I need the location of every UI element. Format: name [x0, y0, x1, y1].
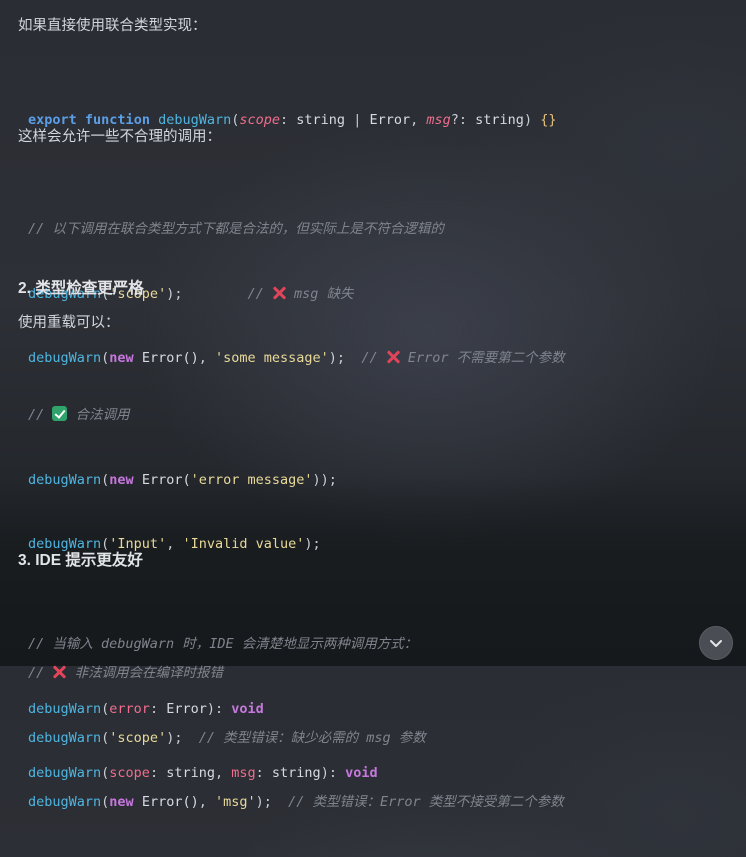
- braces: {}: [540, 112, 557, 128]
- type-string: string: [271, 765, 321, 781]
- code-comment: // 当输入 debugWarn 时，IDE 会清楚地显示两种调用方式：: [28, 636, 418, 652]
- comment-prefix: //: [247, 285, 272, 302]
- code-block-union: export function debugWarn(scope: string …: [28, 67, 556, 175]
- string-arg: 'Invalid value': [182, 536, 305, 552]
- keyword-new: new: [109, 471, 134, 488]
- type-string: string: [475, 112, 524, 128]
- function-name: debugWarn: [28, 700, 102, 717]
- function-name: debugWarn: [28, 765, 102, 781]
- code-line: debugWarn(scope: string, msg: string): v…: [28, 763, 417, 785]
- param-msg: msg: [426, 112, 451, 128]
- paren-close: ):: [206, 700, 232, 717]
- paren-close: ): [523, 112, 533, 128]
- statement-end: ));: [312, 471, 337, 488]
- colon: :: [149, 700, 167, 717]
- return-type-void: void: [231, 700, 264, 717]
- code-comment: // 合法调用: [28, 405, 564, 427]
- comma: ,: [166, 536, 183, 552]
- check-icon: [52, 406, 68, 421]
- comment-text: msg 缺失: [285, 285, 354, 302]
- param-scope: scope: [109, 765, 150, 781]
- param-msg: msg: [231, 765, 256, 781]
- function-name: debugWarn: [28, 471, 102, 488]
- code-line: debugWarn(error: Error): void: [28, 699, 417, 721]
- paren-close: ):: [320, 765, 346, 781]
- comment-prefix: //: [28, 407, 53, 423]
- code-block-ide-signatures: // 当输入 debugWarn 时，IDE 会清楚地显示两种调用方式： deb…: [28, 591, 417, 828]
- colon: :: [255, 765, 272, 781]
- allow-text: 这样会允许一些不合理的调用：: [18, 129, 221, 145]
- paren-open: (: [101, 765, 110, 781]
- type-string: string: [296, 112, 346, 128]
- chevron-down-icon: [710, 640, 722, 647]
- cross-icon: [272, 286, 286, 300]
- union-pipe: |: [345, 112, 370, 128]
- colon: :: [149, 765, 167, 781]
- heading-strict-type-check: 2. 类型检查更严格: [18, 280, 144, 297]
- comma: ,: [410, 112, 427, 128]
- optional-colon: ?:: [450, 112, 476, 128]
- param-error: error: [109, 700, 150, 717]
- return-type-void: void: [345, 765, 378, 781]
- scroll-to-bottom-button[interactable]: [699, 626, 733, 660]
- intro-text: 如果直接使用联合类型实现：: [18, 18, 207, 34]
- comma: ,: [214, 765, 232, 781]
- class-error: Error(: [133, 471, 191, 488]
- paren-open: (: [101, 700, 110, 717]
- comment-text: 合法调用: [67, 407, 130, 423]
- statement-end: );: [166, 285, 183, 302]
- type-error: Error: [166, 700, 207, 717]
- string-arg: 'error message': [190, 471, 313, 488]
- param-scope: scope: [239, 112, 281, 128]
- type-string: string: [166, 765, 215, 781]
- heading-ide-hints: 3. IDE 提示更友好: [18, 552, 143, 569]
- type-error: Error: [369, 112, 411, 128]
- statement-end: );: [304, 536, 321, 552]
- colon: :: [280, 112, 297, 128]
- code-line: debugWarn(new Error('error message'));: [28, 470, 564, 492]
- inline-comment: // msg 缺失: [248, 286, 354, 302]
- chat-message-content: 如果直接使用联合类型实现： export function debugWarn(…: [0, 0, 746, 810]
- overload-text: 使用重载可以：: [18, 315, 120, 331]
- code-comment: // 以下调用在联合类型方式下都是合法的，但实际上是不符合逻辑的: [28, 221, 444, 237]
